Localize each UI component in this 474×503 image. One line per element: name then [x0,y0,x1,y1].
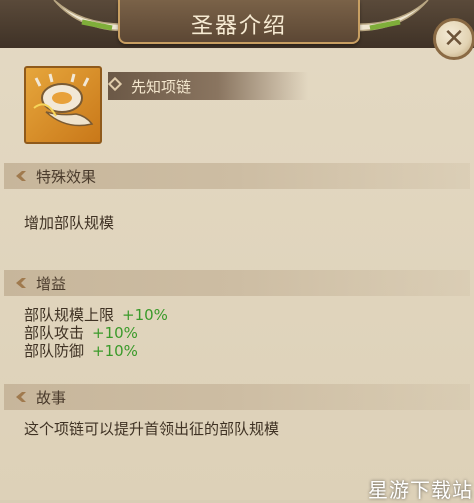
artifact-info-panel: 圣器介绍 ✕ 先知项链 特殊效果 增加部队规模 增益 部队规模上限 +10% 部队… [0,0,474,502]
page-title: 圣器介绍 [190,14,287,39]
section-title-effect: 特殊效果 [36,168,97,186]
story-text: 这个项链可以提升首领出征的部队规模 [24,420,280,438]
bonus-label: 部队规模上限 [24,306,115,324]
effect-text: 增加部队规模 [24,214,115,232]
bonus-value: +10% [92,342,138,360]
bonus-row: 部队攻击 +10% [24,324,138,342]
section-header-bonus [4,270,470,296]
watermark: 星游下载站 [368,478,473,502]
chevron-marker-icon [16,392,26,402]
bonus-label: 部队防御 [24,342,85,360]
bonus-value: +10% [92,324,138,342]
close-button[interactable]: ✕ [433,18,474,60]
bonus-value: +10% [122,306,168,324]
bonus-row: 部队防御 +10% [24,342,138,360]
horn-necklace-icon [33,73,94,127]
section-header-story [4,384,470,410]
chevron-marker-icon [16,171,26,181]
item-icon-frame[interactable] [24,66,102,144]
section-title-story: 故事 [36,389,67,407]
bonus-label: 部队攻击 [24,324,85,342]
chevron-marker-icon [16,278,26,288]
section-title-bonus: 增益 [36,275,67,293]
close-icon: ✕ [443,24,465,54]
item-name: 先知项链 [131,78,192,96]
bonus-row: 部队规模上限 +10% [24,306,168,324]
header-bar: 圣器介绍 [0,0,474,48]
title-plate: 圣器介绍 [118,0,360,44]
